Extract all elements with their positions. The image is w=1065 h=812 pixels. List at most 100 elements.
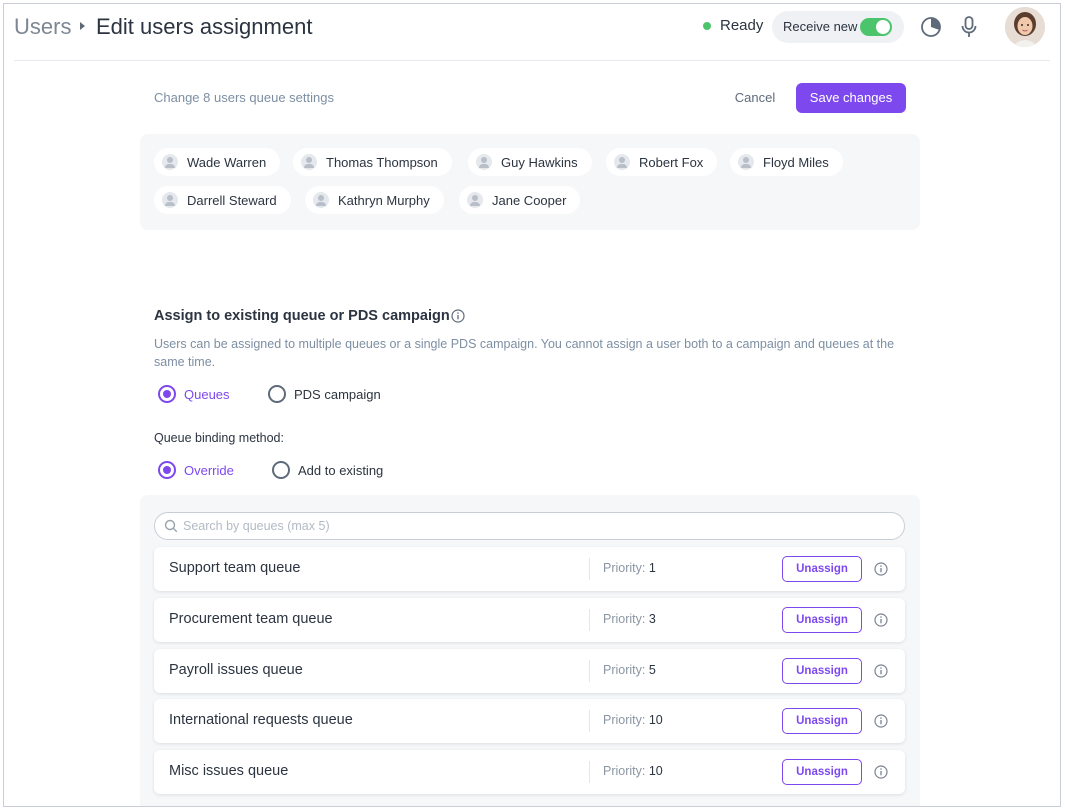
queue-divider <box>589 710 590 732</box>
radio-add-to-existing[interactable]: Add to existing <box>272 461 383 479</box>
radio-override[interactable]: Override <box>158 461 234 479</box>
queue-name: International requests queue <box>169 712 353 728</box>
header: Users Edit users assignment Ready Receiv… <box>4 4 1060 60</box>
binding-method-label: Queue binding method: <box>154 431 284 445</box>
queue-search[interactable] <box>154 512 905 540</box>
avatar-image <box>1005 7 1045 47</box>
info-icon[interactable] <box>874 765 888 779</box>
user-icon <box>313 192 329 208</box>
user-chip: Darrell Steward <box>154 186 291 214</box>
cancel-button[interactable]: Cancel <box>726 84 784 112</box>
queue-divider <box>589 609 590 631</box>
receive-new-toggle[interactable]: Receive new <box>772 11 904 43</box>
user-icon <box>476 154 492 170</box>
radio-button[interactable] <box>272 461 290 479</box>
unassign-button[interactable]: Unassign <box>782 759 862 785</box>
unassign-button[interactable]: Unassign <box>782 607 862 633</box>
avatar[interactable] <box>1005 7 1045 47</box>
user-chip-label: Wade Warren <box>187 154 267 170</box>
queue-name: Misc issues queue <box>169 763 289 779</box>
user-chip: Guy Hawkins <box>468 148 592 176</box>
microphone-icon[interactable] <box>959 15 979 39</box>
user-icon <box>301 154 317 170</box>
receive-new-label: Receive new <box>783 19 858 34</box>
user-chip-label: Darrell Steward <box>187 192 277 208</box>
toggle-knob <box>876 20 890 34</box>
pie-chart-icon[interactable] <box>920 16 942 38</box>
user-icon <box>467 192 483 208</box>
queue-row: Support team queue Priority: 1 Unassign <box>154 547 905 591</box>
user-chip-label: Guy Hawkins <box>501 154 578 170</box>
user-chip-label: Jane Cooper <box>492 192 567 208</box>
queue-divider <box>589 660 590 682</box>
queue-row: Procurement team queue Priority: 3 Unass… <box>154 598 905 642</box>
priority-value: 5 <box>648 663 656 677</box>
priority-label: Priority: <box>603 764 646 778</box>
user-chip: Thomas Thompson <box>293 148 452 176</box>
assign-description: Users can be assigned to multiple queues… <box>154 337 895 369</box>
user-chip: Wade Warren <box>154 148 281 176</box>
queue-priority: Priority: 3 <box>603 612 656 626</box>
queue-priority: Priority: 10 <box>603 764 663 778</box>
unassign-button[interactable]: Unassign <box>782 658 862 684</box>
header-divider <box>14 60 1050 61</box>
info-icon[interactable] <box>874 714 888 728</box>
priority-label: Priority: <box>603 612 646 626</box>
search-icon <box>164 519 178 533</box>
priority-value: 10 <box>648 713 663 727</box>
save-changes-button[interactable]: Save changes <box>796 83 906 113</box>
radio-queues-label: Queues <box>184 386 230 402</box>
user-chip-label: Kathryn Murphy <box>338 192 430 208</box>
radio-override-label: Override <box>184 462 234 478</box>
queue-row: Misc issues queue Priority: 10 Unassign <box>154 750 905 794</box>
unassign-button[interactable]: Unassign <box>782 556 862 582</box>
info-icon[interactable] <box>451 309 465 323</box>
user-chip: Floyd Miles <box>730 148 843 176</box>
unassign-button[interactable]: Unassign <box>782 708 862 734</box>
breadcrumb-users[interactable]: Users <box>14 14 71 40</box>
info-icon[interactable] <box>874 562 888 576</box>
queue-divider <box>589 558 590 580</box>
status-text: Ready <box>720 17 764 34</box>
priority-label: Priority: <box>603 561 646 575</box>
app-window: Users Edit users assignment Ready Receiv… <box>3 3 1061 807</box>
queue-name: Procurement team queue <box>169 611 333 627</box>
priority-value: 3 <box>648 612 656 626</box>
status-dot-icon <box>703 22 711 30</box>
priority-label: Priority: <box>603 713 646 727</box>
user-chip-label: Floyd Miles <box>763 154 829 170</box>
info-icon[interactable] <box>874 613 888 627</box>
user-icon <box>614 154 630 170</box>
queue-divider <box>589 761 590 783</box>
priority-value: 10 <box>648 764 663 778</box>
queue-search-input[interactable] <box>183 518 883 534</box>
queue-name: Payroll issues queue <box>169 662 303 678</box>
selected-users-list: Wade Warren Thomas Thompson Guy Hawkins … <box>140 134 920 230</box>
radio-pds-campaign[interactable]: PDS campaign <box>268 385 381 403</box>
users-count-subtitle: Change 8 users queue settings <box>154 90 334 105</box>
user-icon <box>162 192 178 208</box>
radio-add-to-existing-label: Add to existing <box>298 462 384 478</box>
radio-button-selected[interactable] <box>158 461 176 479</box>
toggle-switch[interactable] <box>860 18 892 36</box>
radio-queues[interactable]: Queues <box>158 385 230 403</box>
user-icon <box>738 154 754 170</box>
queue-row: International requests queue Priority: 1… <box>154 699 905 743</box>
radio-pds-campaign-label: PDS campaign <box>294 386 381 402</box>
queue-priority: Priority: 1 <box>603 561 656 575</box>
priority-value: 1 <box>648 561 656 575</box>
page-title: Edit users assignment <box>96 14 313 39</box>
user-chip: Jane Cooper <box>459 186 581 214</box>
user-chip: Robert Fox <box>606 148 718 176</box>
assign-section-title: Assign to existing queue or PDS campaign <box>154 308 450 324</box>
info-icon[interactable] <box>874 664 888 678</box>
queue-priority: Priority: 5 <box>603 663 656 677</box>
user-chip: Kathryn Murphy <box>305 186 444 214</box>
user-icon <box>162 154 178 170</box>
queue-name: Support team queue <box>169 560 301 576</box>
queue-row: Payroll issues queue Priority: 5 Unassig… <box>154 649 905 693</box>
queue-priority: Priority: 10 <box>603 713 663 727</box>
radio-button-selected[interactable] <box>158 385 176 403</box>
radio-button[interactable] <box>268 385 286 403</box>
breadcrumb-chevron-icon <box>80 22 85 30</box>
